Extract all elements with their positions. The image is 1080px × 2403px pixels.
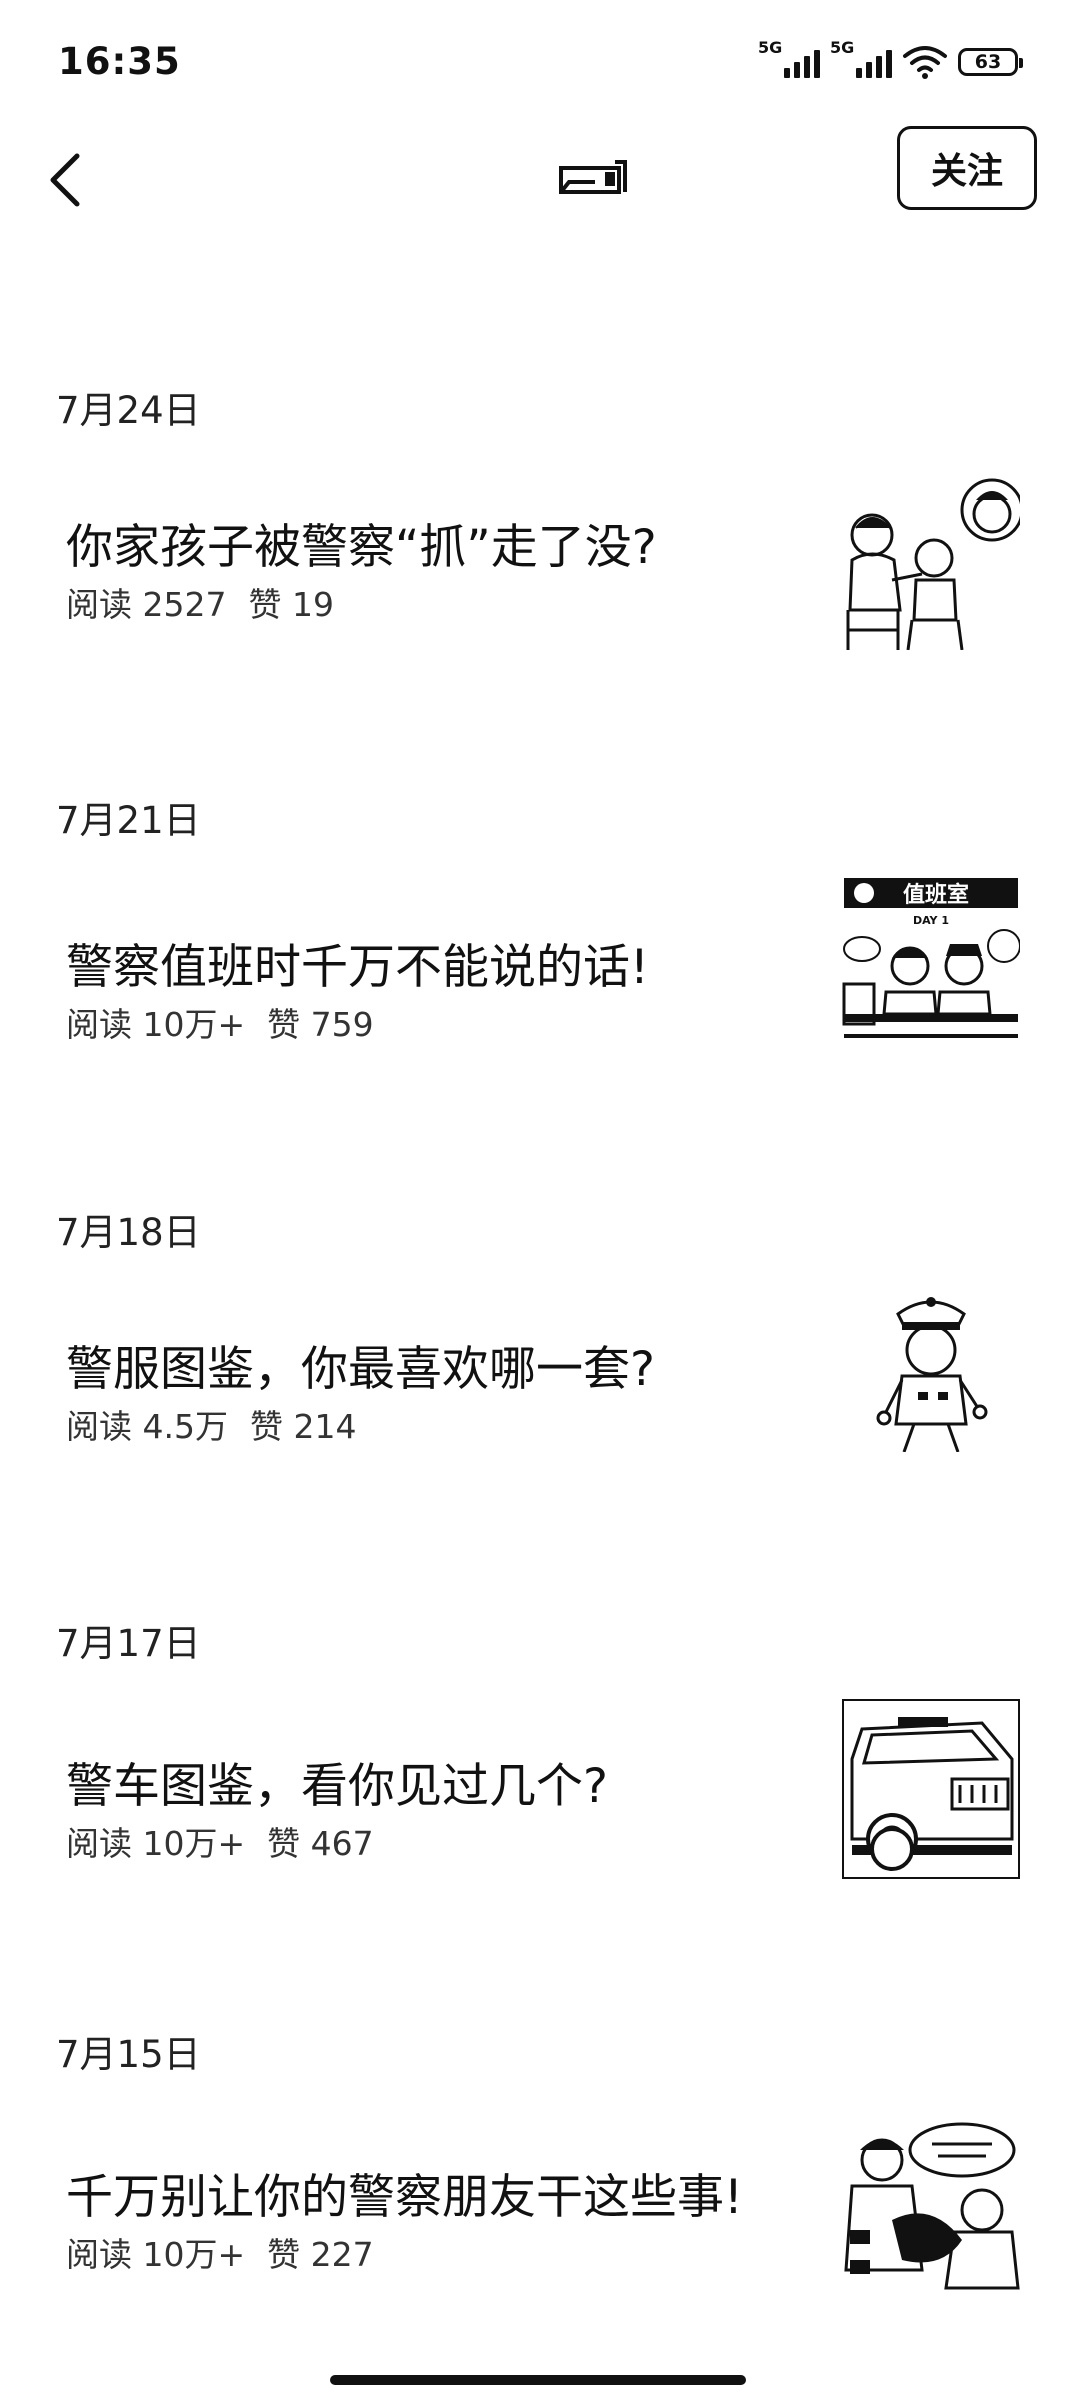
status-icons: 5G 5G 63 [758, 38, 1023, 80]
like-count: 214 [293, 1407, 357, 1446]
read-count: 10万+ [142, 2235, 246, 2274]
article-stats: 阅读 10万+ 赞 467 [66, 1824, 374, 1863]
article-title: 警服图鉴，你最喜欢哪一套? [66, 1342, 655, 1397]
follow-button[interactable]: 关注 [897, 126, 1037, 210]
read-count: 10万+ [142, 1005, 246, 1044]
account-logo-icon [559, 160, 627, 194]
wifi-icon [903, 46, 947, 79]
status-time: 16:35 [58, 40, 181, 83]
article-card[interactable]: 你家孩子被警察“抓”走了没? 阅读 2527 赞 19 [0, 470, 1080, 660]
article-date: 7月17日 [56, 1622, 201, 1665]
home-indicator[interactable] [330, 2375, 746, 2385]
police-friend-illustration-thumbnail [842, 2110, 1020, 2290]
article-date: 7月15日 [56, 2033, 201, 2076]
family-illustration-thumbnail [842, 470, 1020, 650]
nav-bar: 关注 [0, 120, 1080, 230]
article-date: 7月21日 [56, 799, 201, 842]
article-stats: 阅读 2527 赞 19 [66, 585, 334, 624]
status-bar: 16:35 5G 5G 63 [0, 0, 1080, 130]
like-count: 19 [291, 585, 334, 624]
article-card[interactable]: 警服图鉴，你最喜欢哪一套? 阅读 4.5万赞 214 [0, 1272, 1080, 1482]
cellular-signal-icon-2: 5G [830, 38, 892, 80]
article-title: 警察值班时千万不能说的话! [66, 940, 649, 995]
police-uniform-illustration-thumbnail [842, 1272, 1020, 1452]
article-stats: 阅读 4.5万赞 214 [66, 1407, 357, 1446]
duty-room-illustration-thumbnail: 值班室 DAY 1 [842, 874, 1020, 1054]
read-count: 10万+ [142, 1824, 246, 1863]
read-count: 2527 [142, 585, 227, 624]
like-count: 467 [310, 1824, 374, 1863]
like-count: 227 [310, 2235, 374, 2274]
svg-text:DAY 1: DAY 1 [913, 914, 949, 927]
article-stats: 阅读 10万+ 赞 227 [66, 2235, 374, 2274]
article-card[interactable]: 警察值班时千万不能说的话! 阅读 10万+ 赞 759 值班室 DAY 1 [0, 874, 1080, 1080]
cellular-signal-icon: 5G [758, 38, 820, 80]
article-title: 你家孩子被警察“抓”走了没? [66, 520, 657, 575]
back-button[interactable] [30, 140, 100, 220]
battery-icon: 63 [958, 48, 1023, 76]
svg-text:值班室: 值班室 [903, 882, 969, 908]
police-car-illustration-thumbnail [842, 1699, 1020, 1879]
article-card[interactable]: 警车图鉴，看你见过几个? 阅读 10万+ 赞 467 [0, 1699, 1080, 1899]
read-count: 4.5万 [142, 1407, 228, 1446]
article-title: 警车图鉴，看你见过几个? [66, 1759, 608, 1814]
like-count: 759 [310, 1005, 374, 1044]
article-date: 7月24日 [56, 389, 201, 432]
article-title: 千万别让你的警察朋友干这些事! [66, 2170, 743, 2225]
chevron-left-icon [50, 153, 80, 207]
article-card[interactable]: 千万别让你的警察朋友干这些事! 阅读 10万+ 赞 227 [0, 2110, 1080, 2310]
article-stats: 阅读 10万+ 赞 759 [66, 1005, 374, 1044]
article-date: 7月18日 [56, 1211, 201, 1254]
